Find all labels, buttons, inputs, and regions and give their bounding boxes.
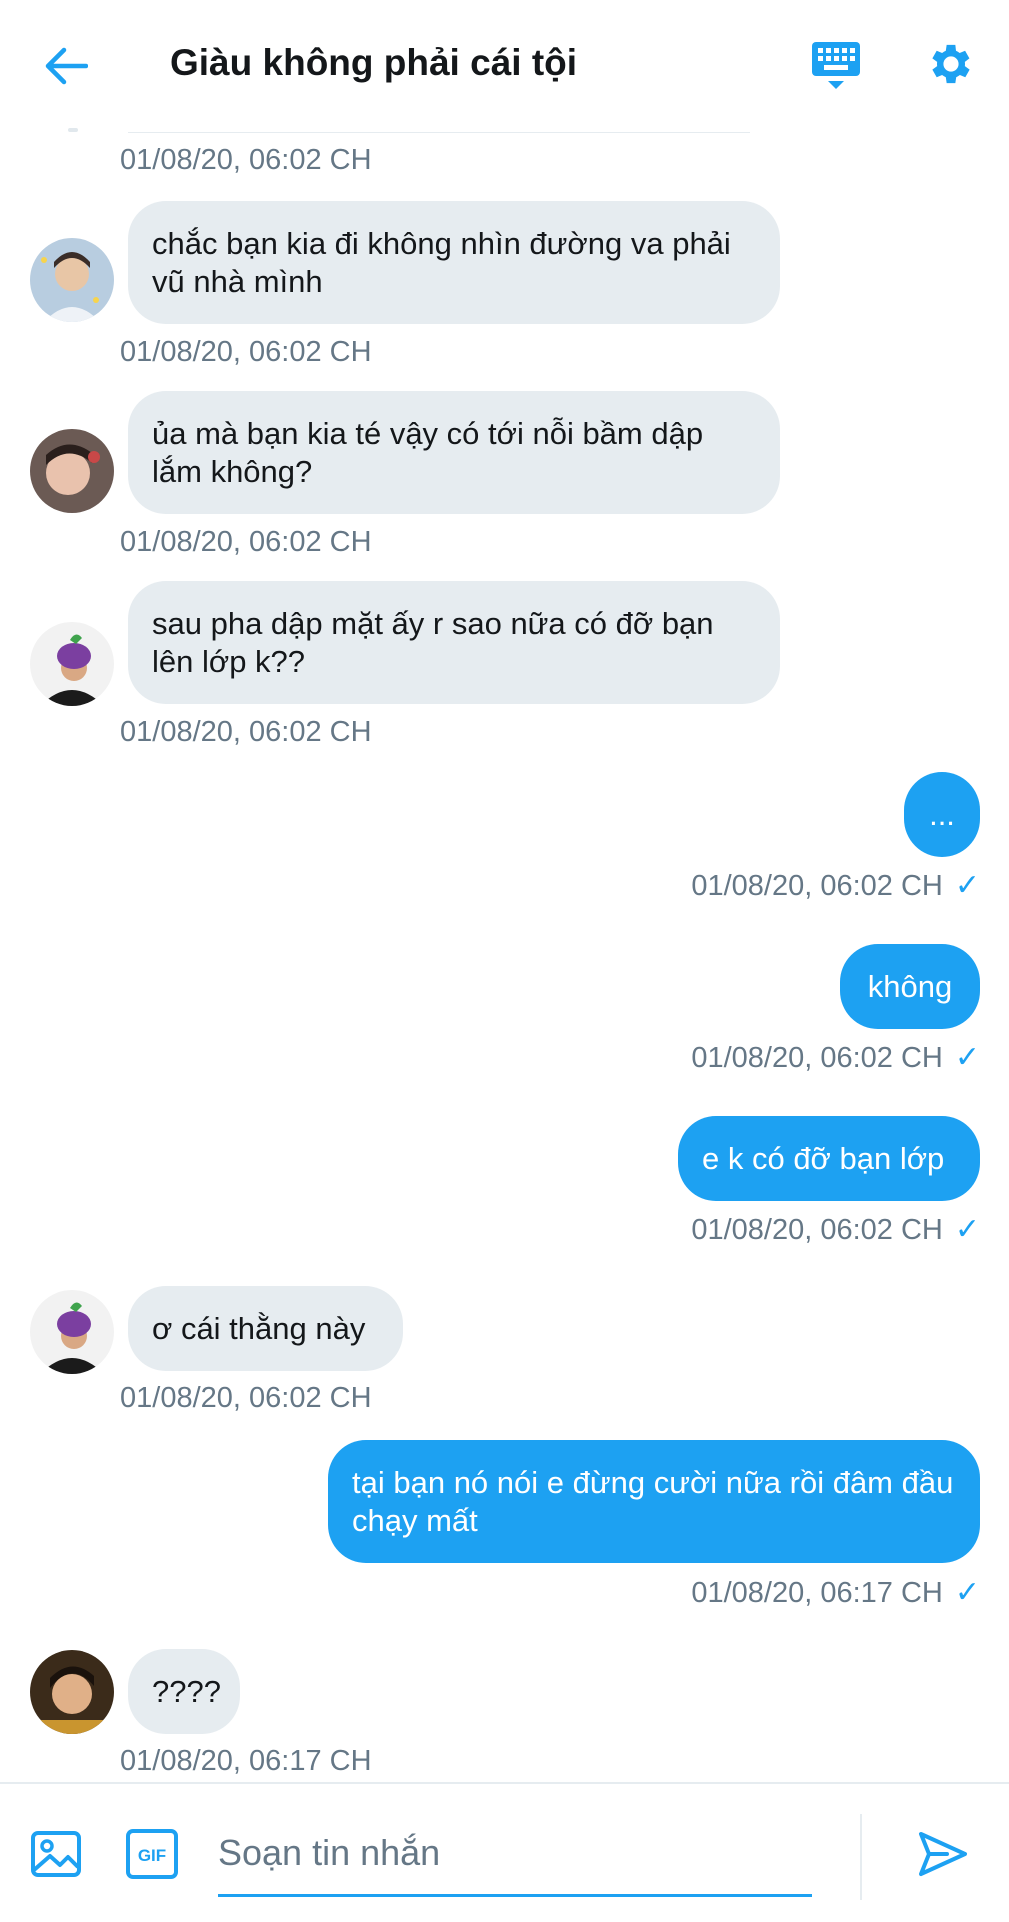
message-bubble[interactable]: chắc bạn kia đi không nhìn đường va phải… [128, 201, 780, 324]
message-compose-input[interactable] [218, 1812, 812, 1897]
message-edge [68, 128, 78, 132]
sent-check-icon: ✓ [954, 869, 980, 902]
avatar[interactable] [30, 622, 114, 706]
message-bubble[interactable]: sau pha dập mặt ấy r sao nữa có đỡ bạn l… [128, 581, 780, 704]
timestamp-text: 01/08/20, 06:02 CH [691, 1042, 943, 1074]
add-gif-button[interactable]: GIF [126, 1829, 178, 1879]
message-bubble[interactable]: tại bạn nó nói e đừng cười nữa rồi đâm đ… [328, 1440, 980, 1563]
message-timestamp: 01/08/20, 06:02 CH ✓ [691, 1212, 980, 1247]
message-timestamp: 01/08/20, 06:02 CH ✓ [691, 1040, 980, 1075]
settings-button[interactable] [925, 38, 981, 94]
back-button[interactable] [40, 40, 92, 92]
message-timestamp: 01/08/20, 06:02 CH [120, 526, 372, 558]
send-button[interactable] [915, 1826, 971, 1882]
message-timestamp: 01/08/20, 06:02 CH ✓ [691, 868, 980, 903]
composer-bar: GIF [0, 1782, 1009, 1922]
keyboard-button[interactable] [810, 40, 866, 96]
sent-check-icon: ✓ [954, 1041, 980, 1074]
header-bar: Giàu không phải cái tội [0, 0, 1009, 130]
avatar[interactable] [30, 238, 114, 322]
timestamp-text: 01/08/20, 06:17 CH [691, 1577, 943, 1609]
message-timestamp: 01/08/20, 06:17 CH ✓ [691, 1575, 980, 1610]
arrow-left-icon [45, 47, 88, 85]
send-icon [919, 1832, 967, 1876]
message-bubble[interactable]: không [840, 944, 980, 1029]
keyboard-icon [812, 42, 860, 89]
message-bubble[interactable]: ... [904, 772, 980, 857]
gif-icon: GIF [126, 1829, 178, 1879]
message-timestamp: 01/08/20, 06:02 CH [120, 336, 372, 368]
composer-divider [860, 1814, 862, 1900]
message-timestamp: 01/08/20, 06:02 CH [120, 716, 372, 748]
sent-check-icon: ✓ [954, 1213, 980, 1246]
avatar[interactable] [30, 1290, 114, 1374]
timestamp-text: 01/08/20, 06:02 CH [691, 870, 943, 902]
message-bubble[interactable]: ủa mà bạn kia té vậy có tới nỗi bầm dập … [128, 391, 780, 514]
sent-check-icon: ✓ [954, 1576, 980, 1609]
avatar[interactable] [30, 429, 114, 513]
add-image-button[interactable] [30, 1828, 82, 1880]
message-bubble-edge [128, 132, 750, 133]
message-bubble[interactable]: e k có đỡ bạn lớp [678, 1116, 980, 1201]
avatar[interactable] [30, 1650, 114, 1734]
gif-label: GIF [138, 1846, 166, 1865]
conversation-title: Giàu không phải cái tội [170, 42, 578, 83]
gear-icon [932, 44, 970, 84]
timestamp-text: 01/08/20, 06:02 CH [691, 1214, 943, 1246]
message-timestamp: 01/08/20, 06:02 CH [120, 144, 372, 176]
message-timestamp: 01/08/20, 06:02 CH [120, 1382, 372, 1414]
image-icon [31, 1831, 81, 1877]
message-bubble[interactable]: ???? [128, 1649, 240, 1734]
message-bubble[interactable]: ơ cái thằng này [128, 1286, 403, 1371]
message-timestamp: 01/08/20, 06:17 CH [120, 1745, 372, 1777]
